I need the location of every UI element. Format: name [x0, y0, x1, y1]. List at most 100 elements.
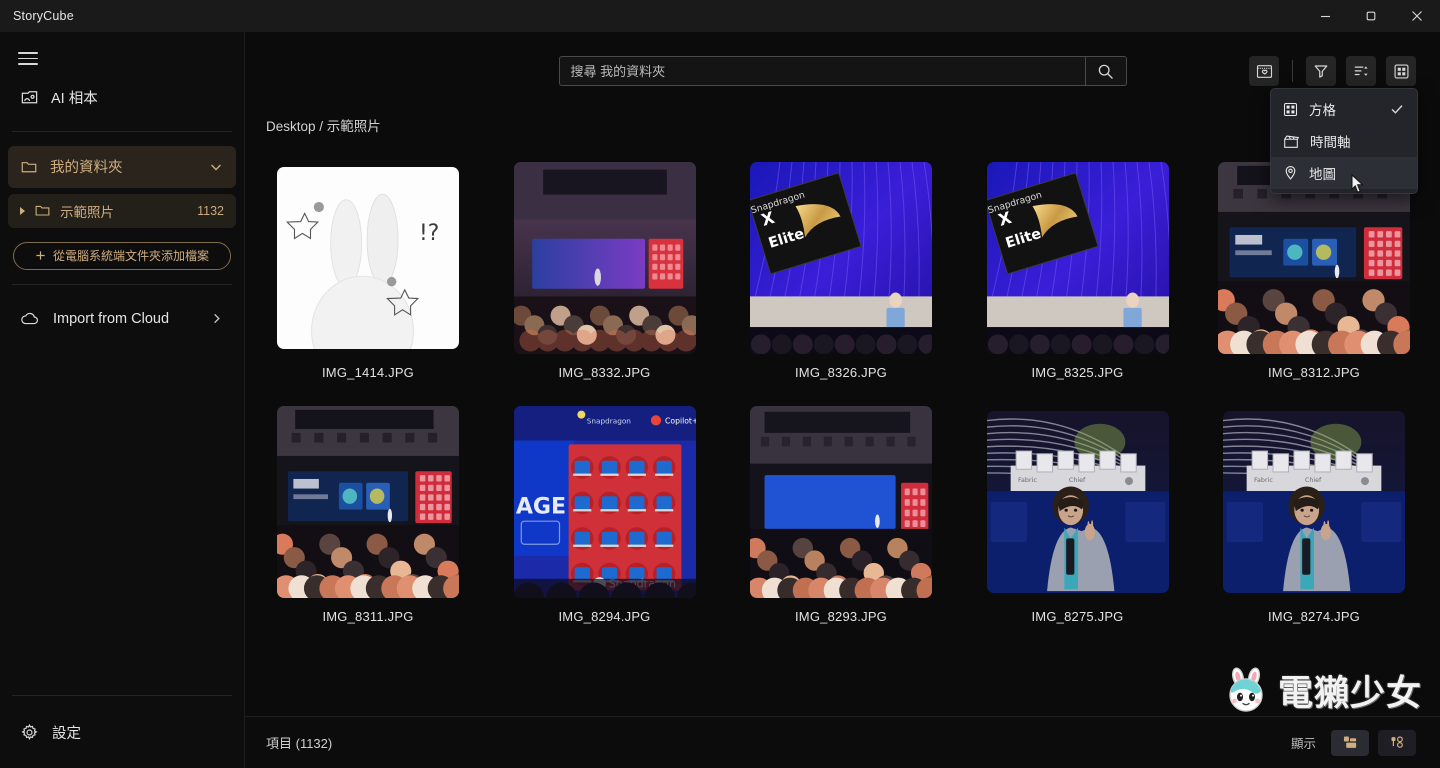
cloud-icon: [20, 310, 40, 328]
photo-thumbnail[interactable]: Snapdragon Copilot+PC AGE Snapdragon: [513, 406, 696, 598]
sidebar-item-label-settings: 設定: [52, 725, 81, 742]
photo-thumbnail[interactable]: Fabric Chief: [1223, 411, 1405, 593]
titlebar: StoryCube: [0, 0, 1440, 32]
thumbnail-container[interactable]: X Elite Snapdragon: [976, 162, 1180, 354]
thumbnail-container[interactable]: Snapdragon Copilot+PC AGE Snapdragon: [503, 406, 707, 598]
breadcrumb[interactable]: Desktop / 示範照片: [245, 110, 1440, 140]
sort-icon-button[interactable]: [1346, 56, 1376, 86]
gallery-item[interactable]: !? IMG_1414.JPG: [266, 162, 470, 380]
view-grid-icon: [1393, 63, 1410, 80]
gallery-item[interactable]: IMG_8293.JPG: [739, 406, 943, 624]
gallery-grid: !? IMG_1414.JPG IMG_8332.JPG X Elite Sna…: [266, 162, 1416, 650]
statusbar: 項目 (1132) 顯示: [245, 716, 1440, 768]
photo-filename: IMG_8312.JPG: [1268, 365, 1360, 380]
plus-icon: [35, 250, 46, 261]
svg-text:Fabric: Fabric: [1017, 476, 1036, 484]
sidebar-item-settings[interactable]: 設定: [10, 710, 234, 754]
photo-filename: IMG_8311.JPG: [322, 609, 414, 624]
search-input[interactable]: [558, 56, 1085, 86]
menu-toggle-button[interactable]: [0, 32, 48, 79]
close-button[interactable]: [1394, 0, 1440, 32]
sidebar-item-count: 1132: [197, 203, 224, 218]
svg-text:AGE: AGE: [515, 495, 565, 520]
mouse-cursor-icon: [1351, 174, 1365, 194]
gallery-item[interactable]: Fabric Chief IMG_8275.JPG: [976, 406, 1180, 624]
thumbnail-container[interactable]: [266, 406, 470, 598]
add-files-button[interactable]: 從電腦系統端文件夾添加檔案: [13, 241, 231, 270]
chevron-down-icon[interactable]: [208, 159, 224, 175]
filter-icon-button[interactable]: [1306, 56, 1336, 86]
ai-album-icon: [20, 88, 39, 107]
gallery-item[interactable]: X Elite Snapdragon IMG_8326.JPG: [739, 162, 943, 380]
thumbnail-container[interactable]: X Elite Snapdragon: [739, 162, 943, 354]
sidebar-item-sample-photos[interactable]: 示範照片 1132: [8, 193, 236, 228]
view-mode-label: 地圖: [1309, 167, 1336, 182]
view-mode-dropdown: 方格 時間軸 地圖: [1270, 88, 1418, 194]
compact-view-button[interactable]: [1378, 729, 1416, 756]
toolbar-divider: [1292, 60, 1293, 82]
sidebar-item-label-my-folder: 我的資料夾: [50, 160, 123, 177]
gallery-item[interactable]: IMG_8311.JPG: [266, 406, 470, 624]
maximize-button[interactable]: [1348, 0, 1394, 32]
item-count-label: 項目 (1132): [266, 736, 333, 751]
toolbar-actions: [1249, 56, 1416, 86]
gallery-scroll-area[interactable]: !? IMG_1414.JPG IMG_8332.JPG X Elite Sna…: [245, 140, 1440, 716]
gallery-item[interactable]: X Elite Snapdragon IMG_8325.JPG: [976, 162, 1180, 380]
compact-view-icon: [1389, 735, 1406, 750]
detail-view-icon: [1342, 735, 1359, 750]
folder-icon: [34, 202, 51, 219]
sidebar-divider-3: [12, 695, 232, 696]
thumbnail-container[interactable]: [503, 162, 707, 354]
sort-icon: [1353, 63, 1370, 80]
thumbnail-container[interactable]: !?: [266, 162, 470, 354]
svg-text:!?: !?: [419, 221, 439, 246]
photo-thumbnail[interactable]: [750, 406, 932, 598]
gallery-item[interactable]: IMG_8312.JPG: [1212, 162, 1416, 380]
view-mode-menu-item[interactable]: 時間軸: [1271, 125, 1417, 157]
search-button[interactable]: [1084, 56, 1127, 86]
view-mode-menu-item[interactable]: 地圖: [1271, 157, 1417, 193]
photo-thumbnail[interactable]: !?: [277, 167, 459, 349]
photo-filename: IMG_8293.JPG: [795, 609, 887, 624]
display-label: 顯示: [1290, 737, 1316, 751]
photo-thumbnail[interactable]: X Elite Snapdragon: [750, 162, 932, 354]
sidebar: AI 相本 我的資料夾 示範照片 1132 從電腦系統端文件夾添加檔案 Impo…: [0, 32, 245, 768]
search-icon: [1097, 63, 1114, 80]
view-mode-menu-item[interactable]: 方格: [1271, 93, 1417, 125]
gallery-item[interactable]: IMG_8332.JPG: [503, 162, 707, 380]
svg-text:Chief: Chief: [1068, 476, 1085, 484]
sidebar-item-my-folder[interactable]: 我的資料夾: [8, 145, 236, 188]
sidebar-item-import-cloud[interactable]: Import from Cloud: [10, 299, 234, 339]
view-grid-icon-button[interactable]: [1386, 56, 1416, 86]
svg-text:Snapdragon: Snapdragon: [586, 416, 630, 425]
gallery-item[interactable]: Fabric Chief IMG_8274.JPG: [1212, 406, 1416, 624]
photo-filename: IMG_8326.JPG: [795, 365, 887, 380]
photo-filename: IMG_1414.JPG: [322, 365, 414, 380]
gallery-item[interactable]: Snapdragon Copilot+PC AGE Snapdragon IMG…: [503, 406, 707, 624]
add-files-label: 從電腦系統端文件夾添加檔案: [52, 249, 209, 264]
sidebar-divider-2: [12, 283, 232, 285]
thumbnail-container[interactable]: Fabric Chief: [976, 406, 1180, 598]
photo-thumbnail[interactable]: Fabric Chief: [986, 411, 1169, 593]
thumbnail-container[interactable]: Fabric Chief: [1212, 406, 1416, 598]
photo-thumbnail[interactable]: X Elite Snapdragon: [986, 162, 1169, 354]
detail-view-button[interactable]: [1331, 729, 1369, 756]
minimize-button[interactable]: [1302, 0, 1348, 32]
caret-right-icon[interactable]: [20, 206, 25, 215]
photo-filename: IMG_8325.JPG: [1031, 365, 1124, 380]
body: AI 相本 我的資料夾 示範照片 1132 從電腦系統端文件夾添加檔案 Impo…: [0, 32, 1440, 768]
sidebar-item-label-import-cloud: Import from Cloud: [53, 310, 170, 327]
chevron-right-icon[interactable]: [209, 311, 224, 326]
photo-thumbnail[interactable]: [513, 162, 696, 354]
photo-thumbnail[interactable]: [277, 406, 459, 598]
app-title: StoryCube: [13, 9, 74, 23]
sidebar-item-ai-album[interactable]: AI 相本: [10, 79, 234, 117]
sidebar-item-label-ai-album: AI 相本: [51, 91, 98, 108]
ai-photo-icon-button[interactable]: [1249, 56, 1279, 86]
view-mode-label: 時間軸: [1310, 135, 1351, 150]
search-bar: [558, 56, 1127, 86]
photo-filename: IMG_8274.JPG: [1268, 609, 1360, 624]
statusbar-right: 顯示: [1290, 729, 1416, 756]
thumbnail-container[interactable]: [739, 406, 943, 598]
